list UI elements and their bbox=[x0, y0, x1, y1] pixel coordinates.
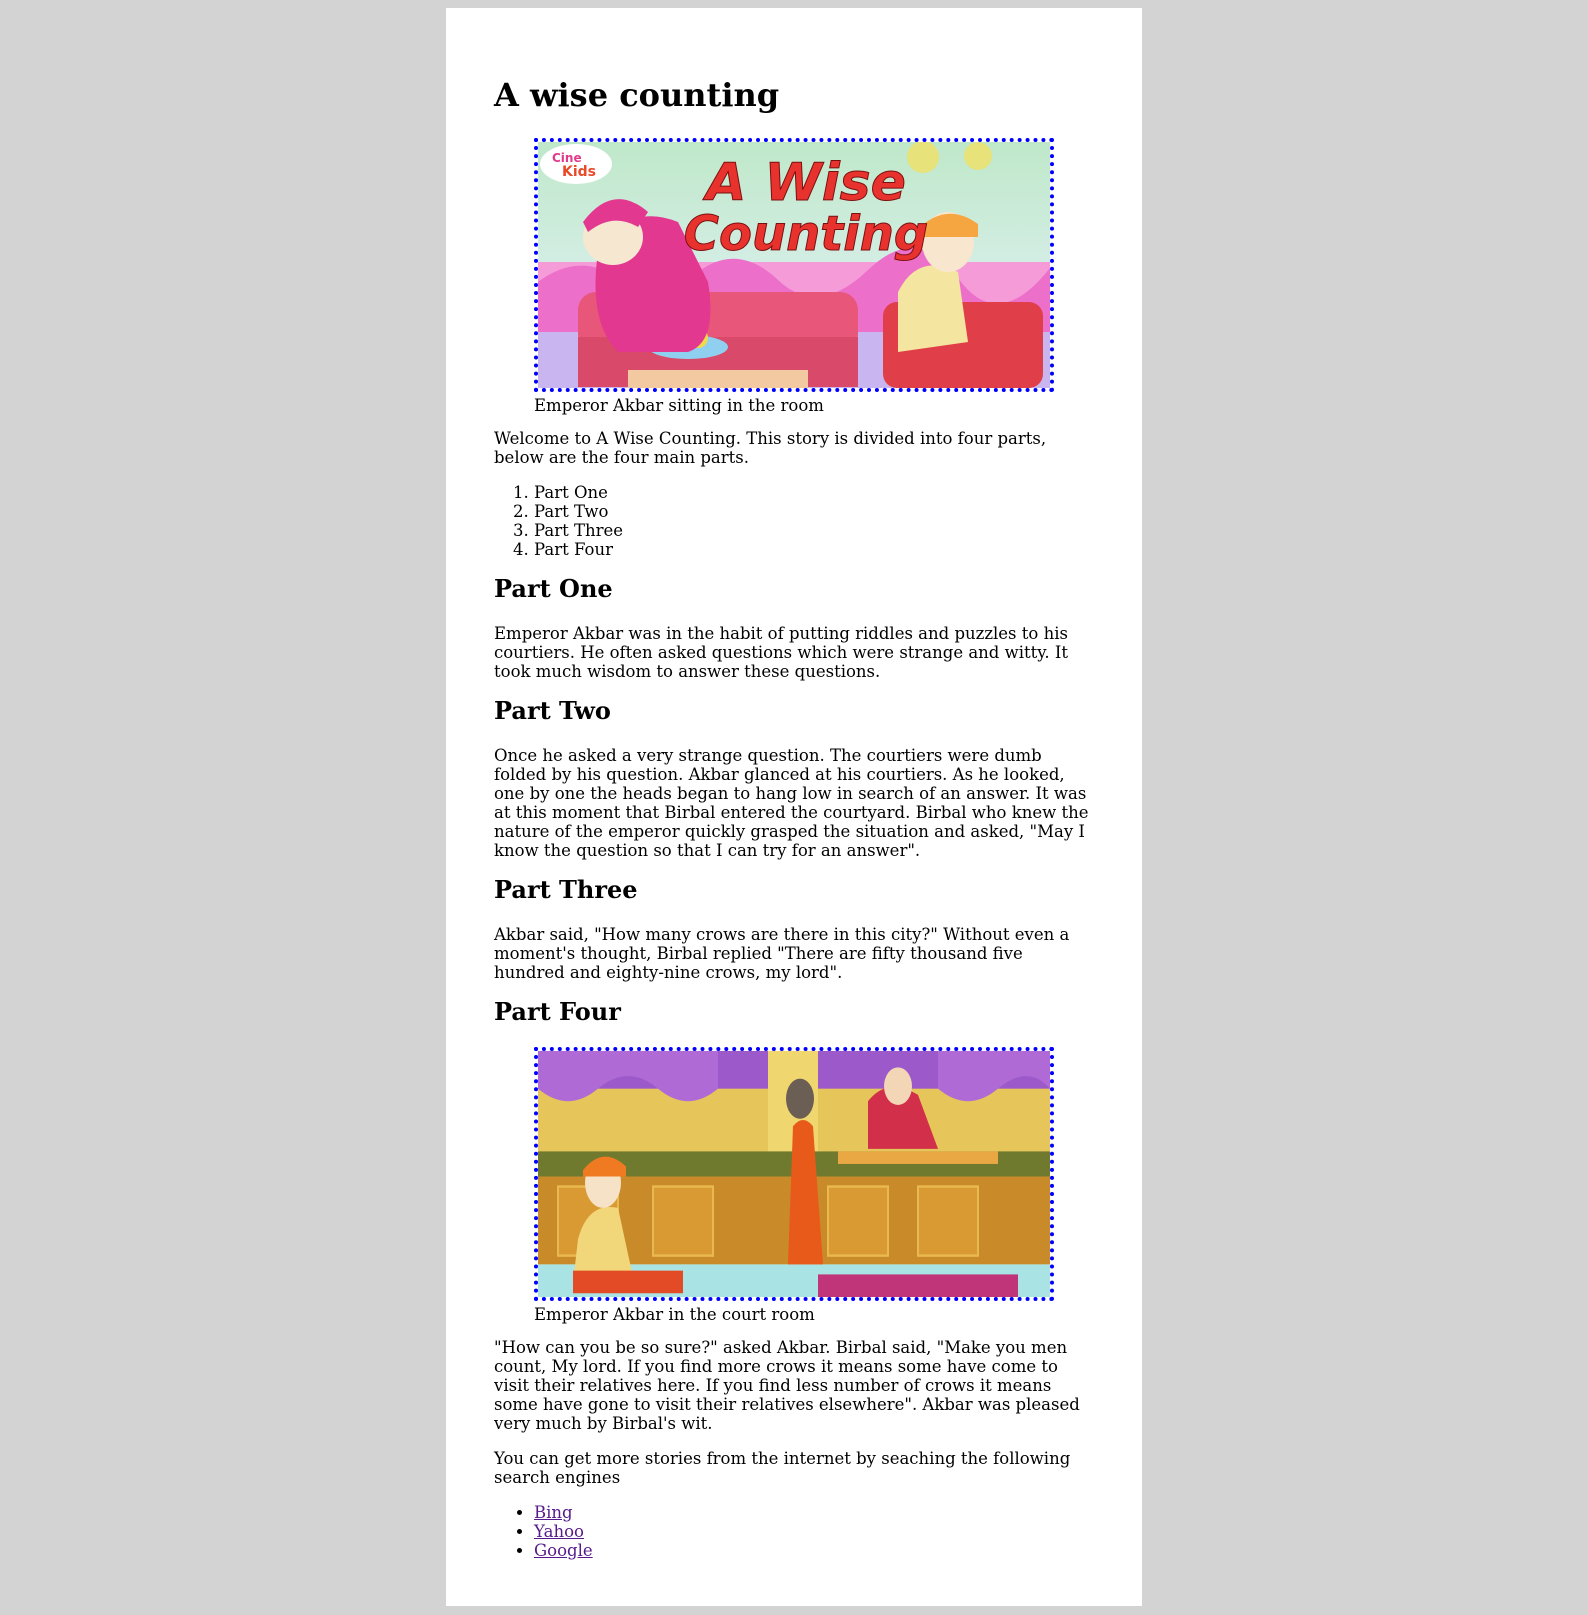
cine-logo-text: Cine bbox=[552, 151, 582, 165]
more-stories-paragraph: You can get more stories from the intern… bbox=[494, 1448, 1071, 1487]
section-heading-part-one: Part One bbox=[494, 574, 613, 604]
page-content: A wise counting Cine Kids A Wise Countin… bbox=[446, 8, 1142, 1606]
figure-caption: Emperor Akbar sitting in the room bbox=[534, 396, 824, 416]
kids-logo-text: Kids bbox=[562, 164, 596, 180]
list-item: Part One bbox=[534, 483, 1094, 502]
banner-title-line-2: Counting bbox=[684, 206, 928, 262]
list-item: Part Four bbox=[534, 540, 1094, 559]
akbar-room-image: Cine Kids A Wise Counting bbox=[534, 138, 1054, 393]
yahoo-link[interactable]: Yahoo bbox=[534, 1522, 584, 1541]
akbar-room-illustration: Cine Kids A Wise Counting bbox=[538, 142, 1050, 389]
part-two-paragraph: Once he asked a very strange question. T… bbox=[494, 745, 1089, 860]
figure-akbar-room: Cine Kids A Wise Counting Emperor Akbar … bbox=[534, 138, 1094, 415]
list-item: Google bbox=[534, 1541, 1094, 1560]
section-heading-part-three: Part Three bbox=[494, 874, 638, 904]
section-heading-part-four: Part Four bbox=[494, 996, 621, 1026]
bing-link[interactable]: Bing bbox=[534, 1503, 573, 1522]
page-title: A wise counting bbox=[494, 76, 780, 114]
google-link[interactable]: Google bbox=[534, 1541, 593, 1560]
list-item: Part Two bbox=[534, 502, 1094, 521]
list-item: Yahoo bbox=[534, 1522, 1094, 1541]
part-one-paragraph: Emperor Akbar was in the habit of puttin… bbox=[494, 624, 1069, 682]
part-three-paragraph: Akbar said, "How many crows are there in… bbox=[494, 924, 1070, 982]
court-room-image bbox=[534, 1046, 1054, 1301]
list-item: Part Three bbox=[534, 521, 1094, 540]
section-heading-part-two: Part Two bbox=[494, 696, 611, 726]
intro-paragraph: Welcome to A Wise Counting. This story i… bbox=[494, 429, 1047, 468]
search-engine-links: Bing Yahoo Google bbox=[494, 1503, 1094, 1560]
list-item: Bing bbox=[534, 1503, 1094, 1522]
conclusion-paragraph: "How can you be so sure?" asked Akbar. B… bbox=[494, 1337, 1080, 1433]
banner-title-line-1: A Wise bbox=[702, 153, 906, 213]
court-room-illustration bbox=[538, 1050, 1050, 1297]
figure-caption: Emperor Akbar in the court room bbox=[534, 1304, 815, 1324]
figure-court-room: Emperor Akbar in the court room bbox=[534, 1046, 1094, 1324]
parts-list: Part One Part Two Part Three Part Four bbox=[494, 483, 1094, 559]
